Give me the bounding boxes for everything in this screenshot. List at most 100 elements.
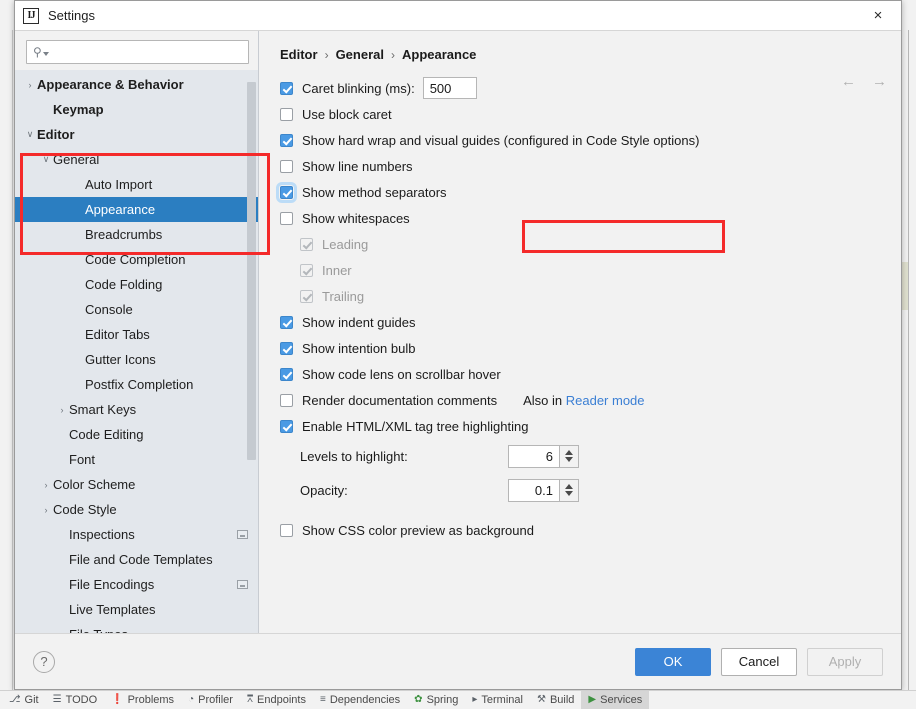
render-documentation-checkbox[interactable]: [280, 394, 293, 407]
caret-blinking-input[interactable]: 500: [423, 77, 477, 99]
sidebar-item-breadcrumbs[interactable]: Breadcrumbs: [15, 222, 258, 247]
statusbar-item-build[interactable]: ⚒Build: [530, 691, 581, 709]
statusbar-item-spring[interactable]: ✿Spring: [407, 691, 465, 709]
sidebar-item-gutter-icons[interactable]: Gutter Icons: [15, 347, 258, 372]
option-show-hard-wrap-and-visual-guides-configured-in-code-style-options[interactable]: Show hard wrap and visual guides (config…: [280, 127, 901, 153]
sidebar-item-inspections[interactable]: Inspections: [15, 522, 258, 547]
option-show-method-separators[interactable]: Show method separators: [280, 179, 901, 205]
opacity-stepper[interactable]: 0.1: [508, 479, 579, 502]
show-indent-guides-checkbox[interactable]: [280, 316, 293, 329]
apply-button[interactable]: Apply: [807, 648, 883, 676]
sidebar-item-smart-keys[interactable]: ›Smart Keys: [15, 397, 258, 422]
sidebar-item-auto-import[interactable]: Auto Import: [15, 172, 258, 197]
forward-arrow-icon[interactable]: →: [872, 73, 887, 90]
option-show-indent-guides[interactable]: Show indent guides: [280, 309, 901, 335]
statusbar-item-git[interactable]: ⎇Git: [2, 691, 46, 709]
spinner-opacity: Opacity:0.1: [280, 473, 901, 507]
option-tag-tree-highlighting[interactable]: Enable HTML/XML tag tree highlighting: [280, 413, 901, 439]
chevron-right-icon[interactable]: ›: [23, 80, 37, 90]
option-render-documentation-comments[interactable]: Render documentation comments Also in Re…: [280, 387, 901, 413]
show-intention-bulb-checkbox[interactable]: [280, 342, 293, 355]
sidebar-item-appearance[interactable]: Appearance: [15, 197, 258, 222]
sidebar-item-appearance-behavior[interactable]: ›Appearance & Behavior: [15, 72, 258, 97]
option-show-whitespaces[interactable]: Show whitespaces: [280, 205, 901, 231]
option-use-block-caret[interactable]: Use block caret: [280, 101, 901, 127]
stepper-down-icon[interactable]: [565, 491, 573, 496]
sidebar-item-color-scheme[interactable]: ›Color Scheme: [15, 472, 258, 497]
search-input[interactable]: [53, 44, 242, 60]
chevron-right-icon[interactable]: ›: [55, 405, 69, 415]
levels-to-highlight-value[interactable]: 6: [508, 445, 560, 468]
stepper-up-icon[interactable]: [565, 450, 573, 455]
sidebar-item-general[interactable]: ∨General: [15, 147, 258, 172]
chevron-down-icon[interactable]: ∨: [23, 129, 37, 140]
statusbar-item-profiler[interactable]: ◔Profiler: [181, 691, 240, 709]
sidebar-item-code-style[interactable]: ›Code Style: [15, 497, 258, 522]
sidebar-item-label: File and Code Templates: [69, 552, 248, 567]
chevron-right-icon[interactable]: ›: [39, 480, 53, 490]
play-icon: ▶: [588, 695, 596, 705]
sidebar-scrollbar[interactable]: [247, 82, 256, 460]
stepper-down-icon[interactable]: [565, 457, 573, 462]
use-block-caret-checkbox[interactable]: [280, 108, 293, 121]
back-arrow-icon[interactable]: ←: [841, 73, 856, 90]
breadcrumb-item-editor[interactable]: Editor: [280, 47, 318, 62]
sidebar-item-code-folding[interactable]: Code Folding: [15, 272, 258, 297]
ok-button[interactable]: OK: [635, 648, 711, 676]
statusbar-item-services[interactable]: ▶Services: [581, 691, 649, 709]
sidebar-item-live-templates[interactable]: Live Templates: [15, 597, 258, 622]
stepper-up-icon[interactable]: [565, 484, 573, 489]
dialog-title: Settings: [48, 8, 95, 23]
sidebar-item-label: Font: [69, 452, 248, 467]
option-show-intention-bulb[interactable]: Show intention bulb: [280, 335, 901, 361]
statusbar-item-terminal[interactable]: ▸Terminal: [465, 691, 530, 709]
sidebar-item-editor[interactable]: ∨Editor: [15, 122, 258, 147]
close-icon[interactable]: ×: [855, 1, 901, 30]
option-caret-blinking[interactable]: Caret blinking (ms): 500: [280, 75, 901, 101]
breadcrumb-item-general[interactable]: General: [336, 47, 384, 62]
sidebar-item-code-completion[interactable]: Code Completion: [15, 247, 258, 272]
breadcrumb-item-appearance[interactable]: Appearance: [402, 47, 476, 62]
reader-mode-link[interactable]: Reader mode: [566, 393, 645, 408]
chevron-right-icon[interactable]: ›: [39, 505, 53, 515]
show-method-separators-checkbox[interactable]: [280, 186, 293, 199]
sidebar-item-keymap[interactable]: Keymap: [15, 97, 258, 122]
sidebar-item-label: Postfix Completion: [85, 377, 248, 392]
option-css-color-preview[interactable]: Show CSS color preview as background: [280, 517, 901, 543]
sidebar-item-console[interactable]: Console: [15, 297, 258, 322]
statusbar-item-todo[interactable]: ☰TODO: [46, 691, 105, 709]
layers-icon: ≡: [320, 695, 326, 705]
sidebar-item-file-types[interactable]: File Types: [15, 622, 258, 633]
levels-to-highlight-stepper[interactable]: 6: [508, 445, 579, 468]
show-code-lens-on-scrollbar-hover-label: Show code lens on scrollbar hover: [302, 367, 501, 382]
gauge-icon: ◔: [188, 695, 194, 705]
sidebar-item-font[interactable]: Font: [15, 447, 258, 472]
sidebar-item-postfix-completion[interactable]: Postfix Completion: [15, 372, 258, 397]
opacity-value[interactable]: 0.1: [508, 479, 560, 502]
css-color-preview-label: Show CSS color preview as background: [302, 523, 534, 538]
option-show-line-numbers[interactable]: Show line numbers: [280, 153, 901, 179]
dialog-body: ⚲ ›Appearance & BehaviorKeymap∨Editor∨Ge…: [15, 31, 901, 633]
show-line-numbers-checkbox[interactable]: [280, 160, 293, 173]
search-icon: ⚲: [33, 46, 42, 58]
sidebar-item-file-encodings[interactable]: File Encodings: [15, 572, 258, 597]
option-show-code-lens-on-scrollbar-hover[interactable]: Show code lens on scrollbar hover: [280, 361, 901, 387]
chevron-down-icon[interactable]: ∨: [39, 154, 53, 165]
statusbar-item-problems[interactable]: ❗Problems: [104, 691, 181, 709]
show-hard-wrap-and-visual-guides-configured-in-code-style-options-checkbox[interactable]: [280, 134, 293, 147]
help-button[interactable]: ?: [33, 651, 55, 673]
caret-blinking-checkbox[interactable]: [280, 82, 293, 95]
sidebar-item-code-editing[interactable]: Code Editing: [15, 422, 258, 447]
statusbar-item-dependencies[interactable]: ≡Dependencies: [313, 691, 407, 709]
show-whitespaces-checkbox[interactable]: [280, 212, 293, 225]
tag-tree-highlighting-checkbox[interactable]: [280, 420, 293, 433]
sidebar-item-file-and-code-templates[interactable]: File and Code Templates: [15, 547, 258, 572]
breadcrumb-separator-icon: ›: [391, 48, 395, 62]
search-box[interactable]: ⚲: [26, 40, 249, 64]
statusbar-item-endpoints[interactable]: ⩞Endpoints: [240, 691, 313, 709]
sidebar-item-editor-tabs[interactable]: Editor Tabs: [15, 322, 258, 347]
css-color-preview-checkbox[interactable]: [280, 524, 293, 537]
sidebar-item-label: Appearance: [85, 202, 248, 217]
cancel-button[interactable]: Cancel: [721, 648, 797, 676]
show-code-lens-on-scrollbar-hover-checkbox[interactable]: [280, 368, 293, 381]
